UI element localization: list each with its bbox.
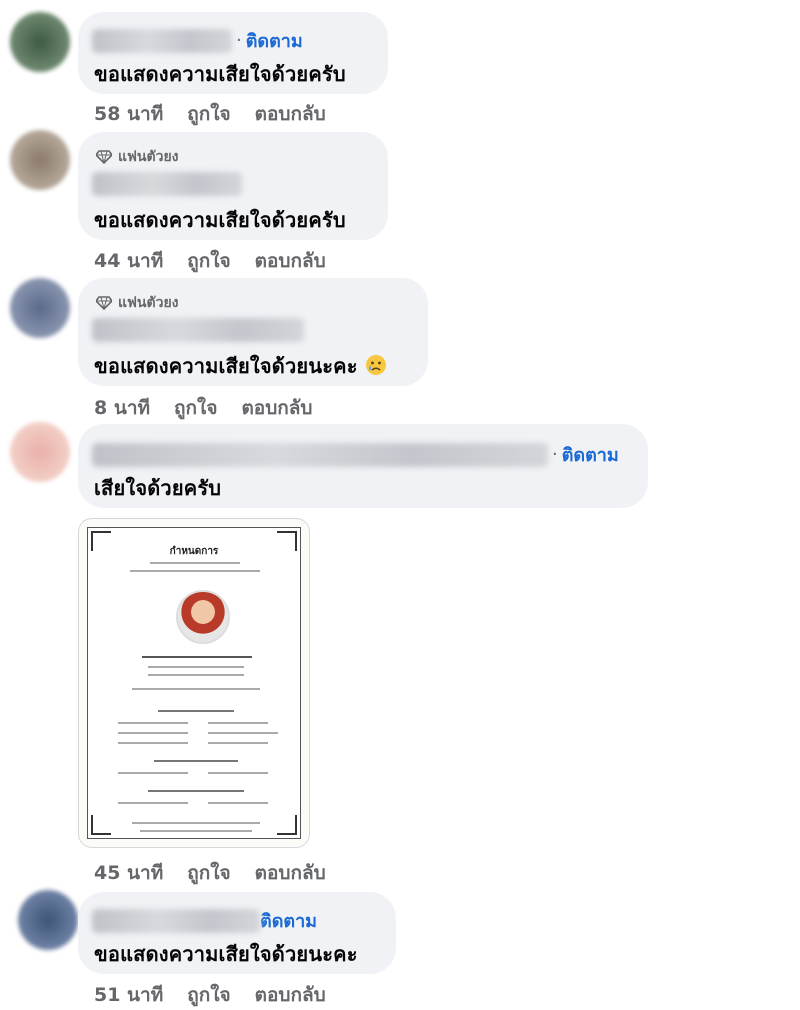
avatar[interactable] <box>18 890 78 950</box>
reply-button[interactable]: ตอบกลับ <box>255 980 326 1010</box>
comment-actions: 51 นาที ถูกใจ ตอบกลับ <box>94 980 350 1010</box>
follow-link[interactable]: ติดตาม <box>260 906 317 935</box>
like-button[interactable]: ถูกใจ <box>187 980 230 1010</box>
comment-text: ขอแสดงความเสียใจด้วยนะคะ <box>94 942 358 966</box>
timestamp[interactable]: 51 นาที <box>94 980 163 1010</box>
comment-5: ติดตาม ขอแสดงความเสียใจด้วยนะคะ 51 นาที … <box>0 0 800 1009</box>
author-name-blurred[interactable] <box>92 908 260 933</box>
author-row: ติดตาม <box>92 906 317 935</box>
